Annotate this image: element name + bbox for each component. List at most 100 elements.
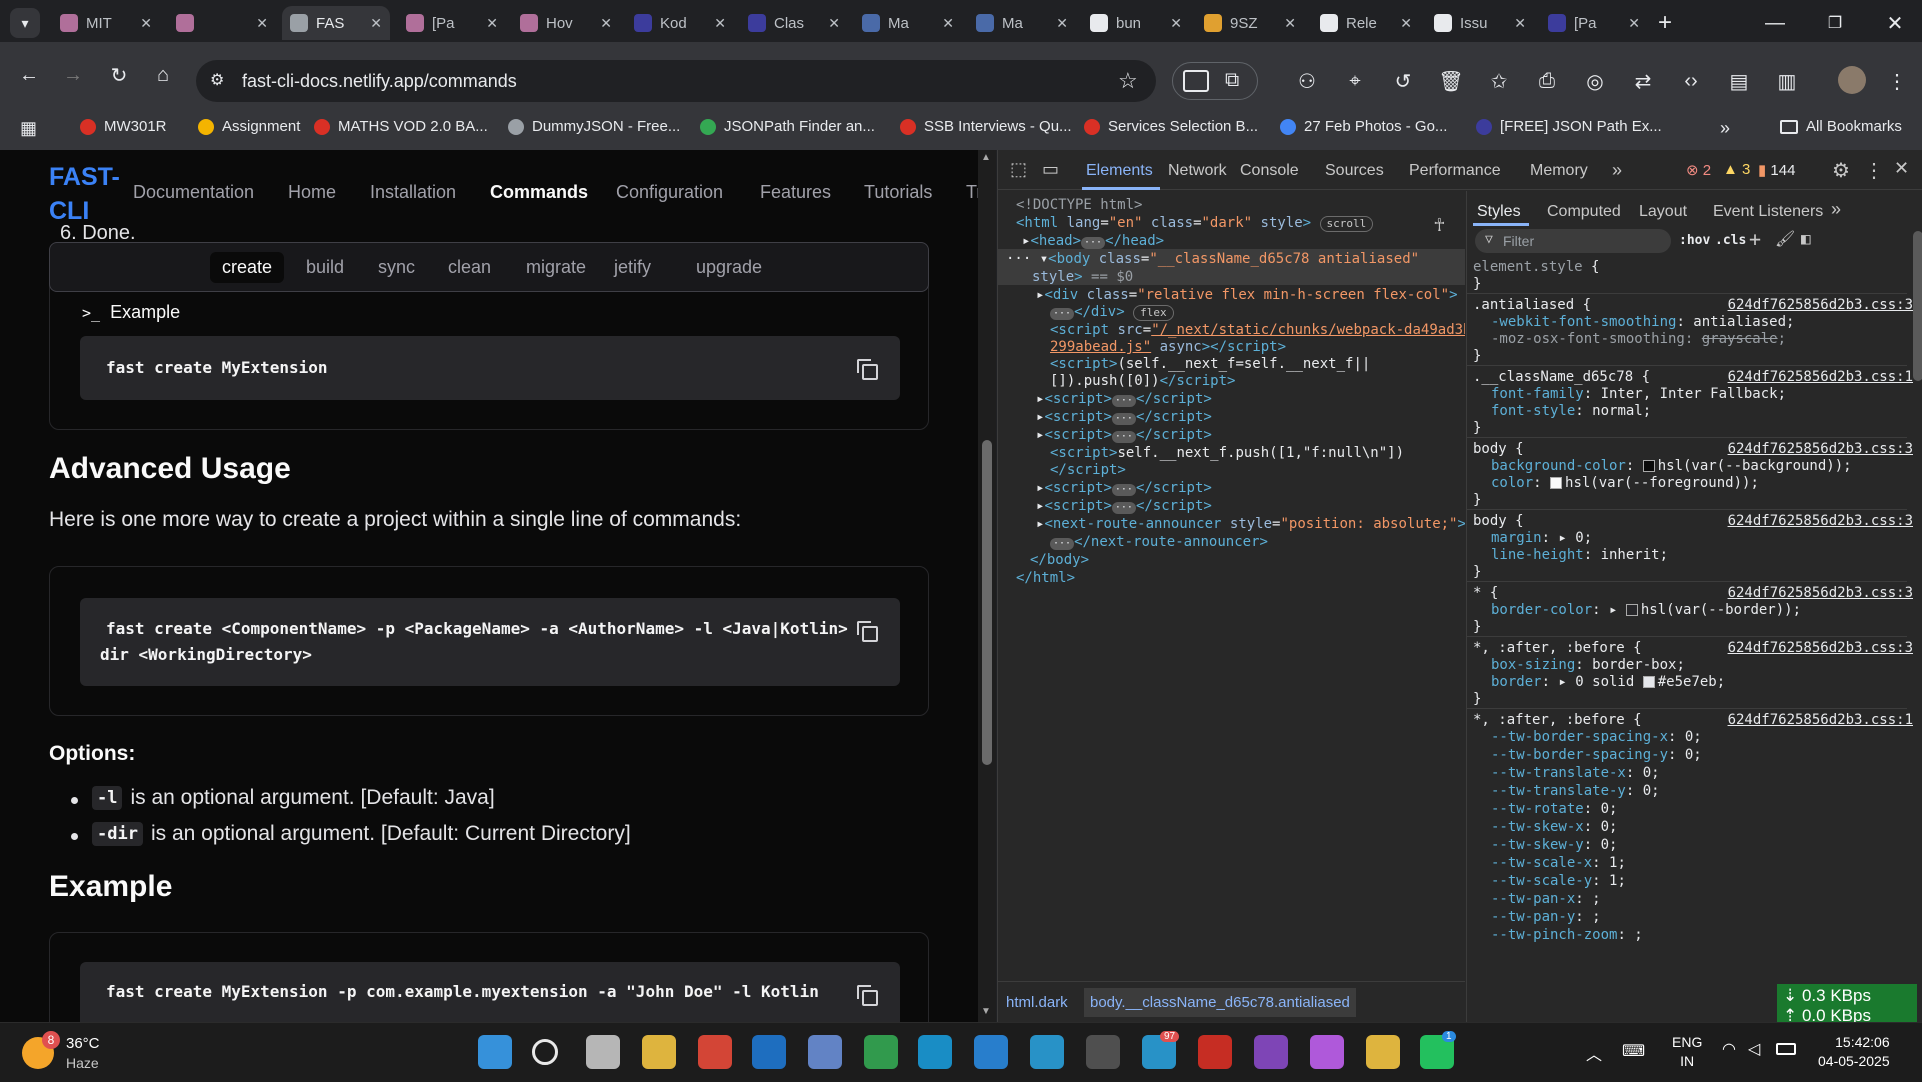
style-decl-disabled[interactable]: -moz-osx-font-smoothing: grayscale; [1491,331,1786,347]
tab-close-icon[interactable]: ✕ [1170,15,1182,32]
keyboard-icon[interactable]: ⌨ [1622,1041,1645,1061]
breadcrumb-body[interactable]: body.__className_d65c78.antialiased [1084,988,1356,1017]
styles-tab-layout[interactable]: Layout [1639,203,1687,221]
page-scrollbar-thumb[interactable] [982,440,992,765]
start-windows-icon[interactable] [478,1035,512,1069]
styles-filter-input[interactable]: ▽ Filter [1475,229,1671,253]
source-link[interactable]: 624df7625856d2b3.css:1 [1728,369,1913,385]
tab-close-icon[interactable]: ✕ [256,15,268,32]
command-tab-jetify[interactable]: jetify [602,252,663,283]
extensions-puzzle-icon[interactable]: ⧉ [1225,69,1239,92]
pseudo-selector[interactable]: *, :after, :before { [1473,640,1642,656]
history-icon[interactable]: ↺ [1388,66,1418,96]
translate-icon[interactable]: ⇄ [1628,66,1658,96]
browser-menu-icon[interactable]: ⋮ [1882,66,1912,96]
style-decl[interactable]: font-family: Inter, Inter Fallback; [1491,386,1786,402]
command-tab-create[interactable]: create [210,252,285,283]
site-logo[interactable]: FAST- CLI [49,160,120,228]
restore-window-icon[interactable]: ❐ [1820,8,1850,38]
body-selector[interactable]: body { [1473,441,1524,457]
browser-tab[interactable]: MIT ✕ [52,6,160,40]
print-icon[interactable]: ⎙ [1532,66,1562,96]
pseudo-selector[interactable]: *, :after, :before { [1473,712,1642,728]
command-tab-upgrade[interactable]: upgrade [684,252,774,283]
style-decl[interactable]: --tw-rotate: 0; [1491,801,1617,817]
visual-studio-icon[interactable] [1254,1035,1288,1069]
command-tab-clean[interactable]: clean [436,252,503,283]
bookmark-item[interactable]: 27 Feb Photos - Go... [1280,118,1447,135]
code-icon[interactable]: ‹› [1676,66,1706,96]
style-decl[interactable]: border-color: ▸ hsl(var(--border)); [1491,602,1801,618]
tab-close-icon[interactable]: ✕ [370,15,382,32]
devtools-tab-memory[interactable]: Memory [1530,162,1588,180]
bookmark-item[interactable]: DummyJSON - Free... [508,118,680,135]
breadcrumb-html[interactable]: html.dark [1006,994,1068,1011]
url-text[interactable]: fast-cli-docs.netlify.app/commands [242,71,517,92]
tab-close-icon[interactable]: ✕ [828,15,840,32]
apps-grid-icon[interactable]: ▦ [20,118,37,139]
script-node[interactable]: ▸<script> ··· </script> [1036,427,1212,443]
python-icon[interactable] [1366,1035,1400,1069]
devtools-settings-gear-icon[interactable]: ⚙ [1832,158,1850,183]
style-decl[interactable]: --tw-skew-x: 0; [1491,819,1617,835]
toggle-sidebar-icon[interactable]: ◧ [1801,229,1811,248]
style-decl[interactable]: box-sizing: border-box; [1491,657,1685,673]
new-rule-plus-icon[interactable]: + [1749,227,1761,251]
reading-mode-icon[interactable]: ▥ [1772,66,1802,96]
style-decl[interactable]: --tw-scale-x: 1; [1491,855,1626,871]
command-tab-sync[interactable]: sync [366,252,427,283]
more-tabs-icon[interactable]: » [1612,160,1622,181]
scroll-up-arrow-icon[interactable]: ▲ [981,152,991,163]
styles-tab-event-listeners[interactable]: Event Listeners [1713,203,1823,221]
hov-toggle[interactable]: :hov [1679,233,1710,248]
style-decl[interactable]: --tw-pan-x: ; [1491,891,1601,907]
bookmark-item[interactable]: Services Selection B... [1084,118,1258,135]
source-link[interactable]: 624df7625856d2b3.css:3 [1728,513,1913,529]
browser-tab[interactable]: Clas ✕ [740,6,848,40]
browser-tab[interactable]: ✕ [168,6,276,40]
command-tab-migrate[interactable]: migrate [514,252,598,283]
style-decl[interactable]: --tw-border-spacing-x: 0; [1491,729,1702,745]
devtools-tab-network[interactable]: Network [1168,162,1227,180]
devtools-tab-elements[interactable]: Elements [1086,162,1153,180]
site-info-icon[interactable]: ⚙ [210,70,224,90]
nav-link[interactable]: Documentation [133,182,254,203]
tab-search-chevron-icon[interactable]: ▾ [10,8,40,38]
edge-icon[interactable] [918,1035,952,1069]
sidebar-icon[interactable]: ▤ [1724,66,1754,96]
source-link[interactable]: 624df7625856d2b3.css:3 [1728,297,1913,313]
clock[interactable]: 15:42:06 04-05-2025 [1818,1033,1890,1071]
browser-tab[interactable]: Hov ✕ [512,6,620,40]
github-desktop-icon[interactable] [1086,1035,1120,1069]
tray-chevron-icon[interactable]: ︿ [1586,1041,1602,1065]
antialiased-selector[interactable]: .antialiased { [1473,297,1591,313]
devtools-tab-console[interactable]: Console [1240,162,1299,180]
telegram-icon[interactable] [1030,1035,1064,1069]
language-indicator[interactable]: ENG IN [1672,1033,1702,1071]
body-node[interactable]: ··· ▾<body class="__className_d65c78 ant… [1006,251,1419,267]
vscode-icon[interactable] [974,1035,1008,1069]
home-icon[interactable]: ⌂ [148,60,178,90]
location-icon[interactable]: ⌖ [1340,66,1370,96]
tab-close-icon[interactable]: ✕ [600,15,612,32]
example-heading[interactable]: >_ Example [82,302,180,323]
tab-close-icon[interactable]: ✕ [1400,15,1412,32]
universal-selector[interactable]: * { [1473,585,1498,601]
task-view-icon[interactable] [586,1035,620,1069]
script-node[interactable]: ▸<script> ··· </script> [1036,409,1212,425]
error-count[interactable]: ⊗ 2 [1686,161,1711,179]
new-tab-plus-icon[interactable]: + [1650,8,1680,38]
bookmarks-overflow-icon[interactable]: » [1720,118,1730,139]
nav-link[interactable]: Tutorials [864,182,932,203]
style-decl[interactable]: --tw-scale-y: 1; [1491,873,1626,889]
source-link[interactable]: 624df7625856d2b3.css:3 [1728,441,1913,457]
acrobat-icon[interactable] [1198,1035,1232,1069]
delete-icon[interactable]: 🗑 [1436,66,1466,96]
style-decl[interactable]: --tw-pinch-zoom: ; [1491,927,1643,943]
script-node[interactable]: ▸<script> ··· </script> [1036,391,1212,407]
devtools-tab-performance[interactable]: Performance [1409,162,1501,180]
div-node[interactable]: ▸<div class="relative flex min-h-screen … [1036,287,1458,303]
bookmark-star-icon[interactable]: ☆ [1118,68,1138,94]
copy-icon[interactable] [856,358,878,380]
forward-arrow-icon[interactable]: → [58,60,88,90]
